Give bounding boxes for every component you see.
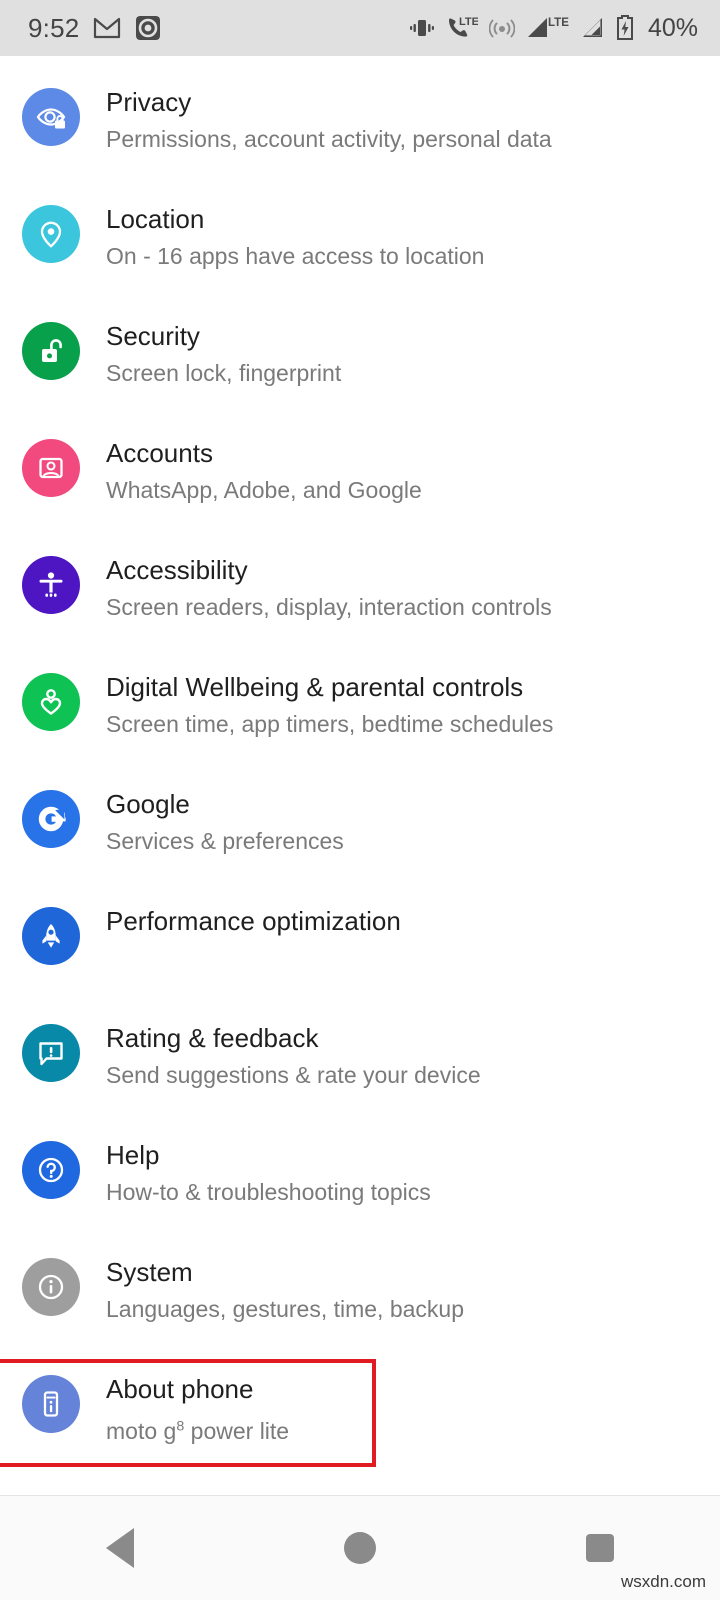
settings-item-title: Help xyxy=(106,1140,160,1170)
settings-item-accounts[interactable]: Accounts WhatsApp, Adobe, and Google xyxy=(0,425,720,542)
settings-item-system[interactable]: System Languages, gestures, time, backup xyxy=(0,1244,720,1361)
status-bar-right: LTE LTE 40% xyxy=(409,14,698,43)
settings-item-subtitle: Screen time, app timers, bedtime schedul… xyxy=(106,711,554,737)
settings-item-text: System Languages, gestures, time, backup xyxy=(106,1244,464,1326)
unlocked-padlock-icon xyxy=(22,322,80,380)
phone-info-icon xyxy=(22,1375,80,1433)
settings-item-text: Digital Wellbeing & parental controls Sc… xyxy=(106,659,553,741)
settings-item-title: Digital Wellbeing & parental controls xyxy=(106,672,524,702)
settings-item-title: About phone xyxy=(106,1374,254,1404)
settings-item-digital-wellbeing[interactable]: Digital Wellbeing & parental controls Sc… xyxy=(0,659,720,776)
settings-item-subtitle: WhatsApp, Adobe, and Google xyxy=(106,477,422,503)
eye-lock-icon xyxy=(22,88,80,146)
help-question-icon xyxy=(22,1141,80,1199)
back-triangle-icon xyxy=(106,1528,134,1568)
vibrate-icon xyxy=(409,17,435,39)
screen-recorder-icon xyxy=(135,15,161,41)
settings-item-title: Privacy xyxy=(106,87,192,117)
info-circle-icon xyxy=(22,1258,80,1316)
heart-person-icon xyxy=(22,673,80,731)
settings-item-subtitle: Screen lock, fingerprint xyxy=(106,360,342,386)
device-model-label: moto g8 power lite xyxy=(106,1417,290,1444)
recents-square-icon xyxy=(586,1534,614,1562)
settings-item-subtitle: Languages, gestures, time, backup xyxy=(106,1296,465,1322)
settings-item-google[interactable]: Google Services & preferences xyxy=(0,776,720,893)
settings-item-text: Privacy Permissions, account activity, p… xyxy=(106,74,552,156)
settings-item-privacy[interactable]: Privacy Permissions, account activity, p… xyxy=(0,74,720,191)
settings-item-subtitle: moto g8 power lite xyxy=(106,1409,289,1448)
settings-item-subtitle: On - 16 apps have access to location xyxy=(106,243,485,269)
settings-item-accessibility[interactable]: Accessibility Screen readers, display, i… xyxy=(0,542,720,659)
watermark: wsxdn.com xyxy=(620,1572,706,1591)
status-bar[interactable]: 9:52 LTE LTE 40% xyxy=(0,0,720,56)
navigation-bar[interactable] xyxy=(0,1495,720,1600)
settings-item-text: Location On - 16 apps have access to loc… xyxy=(106,191,484,273)
settings-item-about-phone[interactable]: About phone moto g8 power lite xyxy=(0,1359,720,1473)
settings-item-text: Google Services & preferences xyxy=(106,776,344,858)
settings-item-subtitle: Permissions, account activity, personal … xyxy=(106,126,552,152)
settings-item-text: Rating & feedback Send suggestions & rat… xyxy=(106,1010,481,1092)
signal-lte-icon: LTE xyxy=(526,16,570,40)
battery-saver-icon xyxy=(616,15,634,41)
settings-item-title: Location xyxy=(106,204,205,234)
gmail-icon xyxy=(93,17,121,39)
settings-item-text: Accounts WhatsApp, Adobe, and Google xyxy=(106,425,422,507)
settings-item-help[interactable]: Help How-to & troubleshooting topics xyxy=(0,1127,720,1244)
back-button[interactable] xyxy=(60,1513,180,1583)
settings-item-rating-feedback[interactable]: Rating & feedback Send suggestions & rat… xyxy=(0,1010,720,1127)
settings-list[interactable]: Privacy Permissions, account activity, p… xyxy=(0,56,720,1473)
settings-item-subtitle: Send suggestions & rate your device xyxy=(106,1062,481,1088)
status-bar-left: 9:52 xyxy=(28,13,161,44)
settings-item-text: About phone moto g8 power lite xyxy=(106,1361,289,1448)
settings-item-security[interactable]: Security Screen lock, fingerprint xyxy=(0,308,720,425)
settings-item-text: Performance optimization xyxy=(106,893,401,939)
settings-item-subtitle: How-to & troubleshooting topics xyxy=(106,1179,431,1205)
settings-item-title: Rating & feedback xyxy=(106,1023,319,1053)
battery-percent-label: 40% xyxy=(647,13,698,42)
settings-item-title: Performance optimization xyxy=(106,906,401,936)
accessibility-person-icon xyxy=(22,556,80,614)
account-portrait-icon xyxy=(22,439,80,497)
settings-item-text: Accessibility Screen readers, display, i… xyxy=(106,542,552,624)
hotspot-icon xyxy=(488,17,515,39)
signal-bars-icon xyxy=(581,16,605,40)
home-circle-icon xyxy=(344,1532,376,1564)
svg-text:LTE: LTE xyxy=(459,16,478,28)
svg-text:LTE: LTE xyxy=(548,17,569,29)
settings-item-subtitle: Screen readers, display, interaction con… xyxy=(106,594,552,620)
rocket-icon xyxy=(22,907,80,965)
settings-item-subtitle: Services & preferences xyxy=(106,828,344,854)
settings-item-performance-optimization[interactable]: Performance optimization xyxy=(0,893,720,1010)
feedback-bubble-icon xyxy=(22,1024,80,1082)
settings-item-title: Accessibility xyxy=(106,555,248,585)
settings-item-title: Google xyxy=(106,789,190,819)
settings-item-title: Accounts xyxy=(106,438,213,468)
settings-item-location[interactable]: Location On - 16 apps have access to loc… xyxy=(0,191,720,308)
google-g-icon xyxy=(22,790,80,848)
home-button[interactable] xyxy=(300,1513,420,1583)
settings-item-text: Security Screen lock, fingerprint xyxy=(106,308,341,390)
volte-call-icon: LTE xyxy=(446,16,478,40)
settings-item-text: Help How-to & troubleshooting topics xyxy=(106,1127,431,1209)
status-clock: 9:52 xyxy=(28,12,80,43)
settings-item-title: Security xyxy=(106,321,200,351)
settings-item-title: System xyxy=(106,1257,193,1287)
location-pin-icon xyxy=(22,205,80,263)
